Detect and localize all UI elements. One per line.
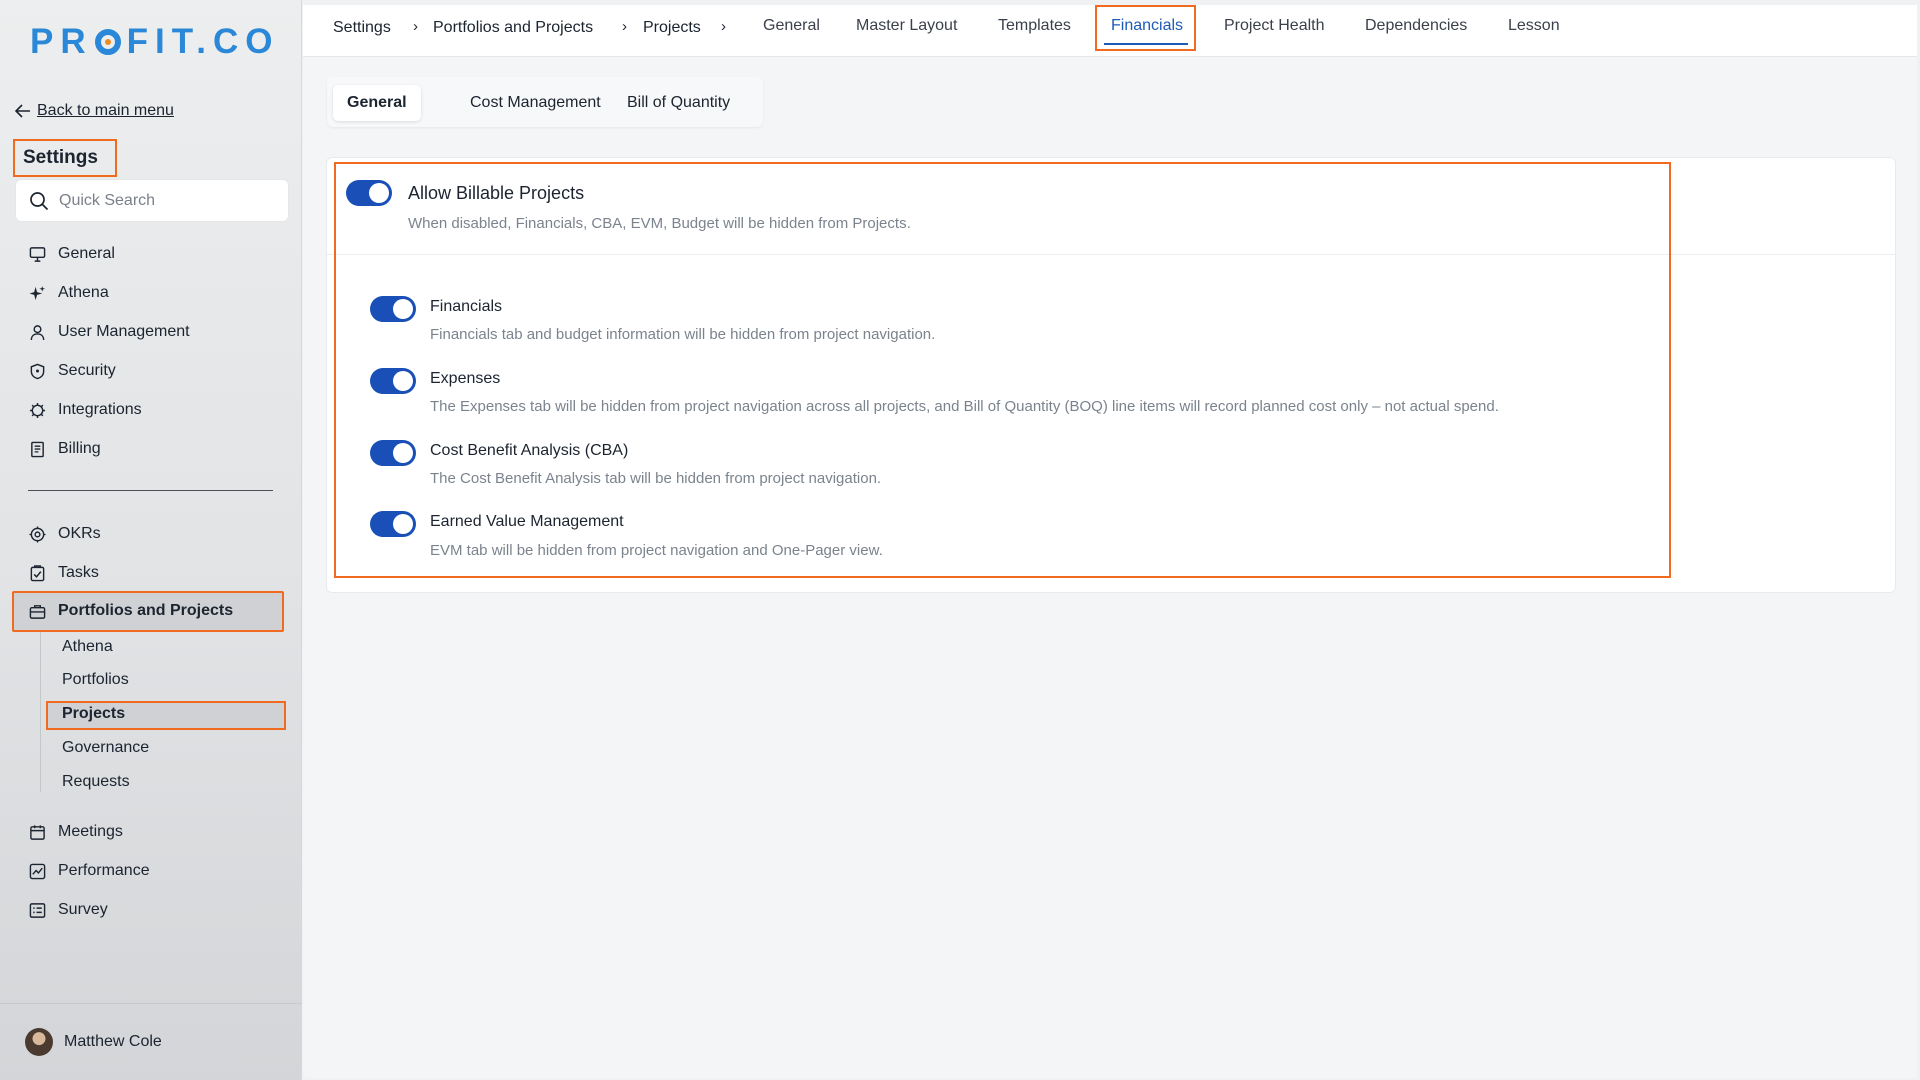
profitco-logo: PR FIT.CO <box>30 22 279 62</box>
cba-title: Cost Benefit Analysis (CBA) <box>430 442 629 459</box>
expenses-title: Expenses <box>430 370 501 387</box>
submenu-item-projects[interactable]: Projects <box>62 705 125 723</box>
quick-search-input[interactable] <box>59 191 259 210</box>
sidebar-item-label: Survey <box>58 901 108 918</box>
sidebar-item-meetings[interactable]: Meetings <box>29 820 123 844</box>
back-link-label: Back to main menu <box>37 102 174 119</box>
cba-toggle[interactable] <box>370 440 416 466</box>
settings-heading: Settings <box>13 139 117 177</box>
sidebar-item-security[interactable]: Security <box>29 359 116 383</box>
user-name: Matthew Cole <box>64 1033 162 1050</box>
sidebar-item-label: Performance <box>58 862 150 879</box>
sidebar-divider <box>28 490 273 491</box>
financials-title: Financials <box>430 298 503 315</box>
tab-project-health[interactable]: Project Health <box>1224 17 1325 35</box>
tab-master-layout[interactable]: Master Layout <box>856 17 957 35</box>
sidebar-item-billing[interactable]: Billing <box>29 437 101 461</box>
evm-desc: EVM tab will be hidden from project navi… <box>430 542 883 559</box>
allow-billable-projects-title: Allow Billable Projects <box>408 183 585 203</box>
breadcrumb-portfolios-and-projects[interactable]: Portfolios and Projects <box>433 19 593 37</box>
logo-ring-icon <box>94 29 121 55</box>
sidebar-item-label: OKRs <box>58 525 101 542</box>
gear-icon <box>29 402 46 418</box>
active-tab-underline <box>1104 43 1188 45</box>
breadcrumb-projects[interactable]: Projects <box>643 19 701 37</box>
breadcrumb-settings[interactable]: Settings <box>333 19 391 37</box>
expenses-desc: The Expenses tab will be hidden from pro… <box>430 398 1499 415</box>
cba-desc: The Cost Benefit Analysis tab will be hi… <box>430 470 882 487</box>
sidebar-item-okrs[interactable]: OKRs <box>29 522 101 546</box>
monitor-icon <box>29 246 46 262</box>
main-content: Settings › Portfolios and Projects › Pro… <box>303 5 1917 1078</box>
expenses-toggle[interactable] <box>370 368 416 394</box>
subtab-bill-of-quantity[interactable]: Bill of Quantity <box>613 85 744 121</box>
sidebar-item-portfolios-and-projects[interactable]: Portfolios and Projects <box>29 599 233 623</box>
submenu-item-governance[interactable]: Governance <box>62 739 149 757</box>
tab-templates[interactable]: Templates <box>998 17 1071 35</box>
logo-text-right: FIT.CO <box>126 22 280 61</box>
sidebar-item-label: Tasks <box>58 564 99 581</box>
financials-subtabs: General Cost Management Bill of Quantity <box>327 77 763 127</box>
sidebar-item-general[interactable]: General <box>29 242 115 266</box>
submenu-guide-line <box>40 632 41 792</box>
sidebar-item-survey[interactable]: Survey <box>29 898 108 922</box>
tab-financials[interactable]: Financials <box>1111 17 1183 35</box>
form-icon <box>29 902 46 918</box>
quick-search-box[interactable] <box>15 179 289 222</box>
allow-billable-projects-toggle[interactable] <box>346 180 392 206</box>
avatar <box>25 1028 53 1056</box>
target-icon <box>29 525 46 543</box>
sidebar-item-tasks[interactable]: Tasks <box>29 561 99 585</box>
sidebar-item-label: User Management <box>58 323 190 340</box>
evm-toggle[interactable] <box>370 511 416 537</box>
sidebar-item-label: Billing <box>58 440 101 457</box>
subtab-cost-management[interactable]: Cost Management <box>456 85 615 121</box>
subtab-general[interactable]: General <box>333 85 421 121</box>
calendar-icon <box>30 824 45 840</box>
top-navigation-bar: Settings › Portfolios and Projects › Pro… <box>303 5 1917 57</box>
sidebar-item-label: Athena <box>58 284 109 301</box>
evm-title: Earned Value Management <box>430 513 624 530</box>
sidebar-item-integrations[interactable]: Integrations <box>29 398 142 422</box>
receipt-icon <box>31 441 44 457</box>
breadcrumb-separator: › <box>413 18 418 35</box>
breadcrumb-separator: › <box>721 18 726 35</box>
submenu-item-athena[interactable]: Athena <box>62 638 113 656</box>
sidebar-item-label: Security <box>58 362 116 379</box>
shield-icon <box>30 363 45 379</box>
sidebar-item-user-management[interactable]: User Management <box>29 320 190 344</box>
sparkle-icon <box>29 285 46 300</box>
sidebar-item-label: General <box>58 245 115 262</box>
tab-lesson[interactable]: Lesson <box>1508 17 1560 35</box>
sidebar-item-label: Portfolios and Projects <box>58 602 234 619</box>
sidebar-item-performance[interactable]: Performance <box>29 859 150 883</box>
allow-billable-projects-desc: When disabled, Financials, CBA, EVM, Bud… <box>408 215 911 232</box>
sidebar-item-label: Integrations <box>58 401 142 418</box>
checklist-icon <box>30 564 45 581</box>
submenu-item-requests[interactable]: Requests <box>62 773 130 791</box>
back-to-main-menu-link[interactable]: Back to main menu <box>15 102 174 120</box>
user-profile[interactable]: Matthew Cole <box>0 1003 302 1080</box>
tab-general[interactable]: General <box>763 17 820 35</box>
user-icon <box>30 324 45 340</box>
financials-desc: Financials tab and budget information wi… <box>430 326 936 343</box>
submenu-item-portfolios[interactable]: Portfolios <box>62 671 129 689</box>
sidebar-item-athena[interactable]: Athena <box>29 281 109 305</box>
search-icon <box>30 191 49 210</box>
financials-toggle[interactable] <box>370 296 416 322</box>
arrow-left-icon <box>15 104 30 118</box>
logo-text-left: PR <box>30 22 93 61</box>
briefcase-icon <box>29 604 46 619</box>
tab-dependencies[interactable]: Dependencies <box>1365 17 1467 35</box>
sidebar-item-label: Meetings <box>58 823 123 840</box>
breadcrumb-separator: › <box>622 18 627 35</box>
sidebar: PR FIT.CO Back to main menu Settings Gene… <box>0 0 302 1080</box>
billable-settings-card: Allow Billable Projects When disabled, F… <box>326 157 1896 593</box>
chart-icon <box>29 863 46 879</box>
